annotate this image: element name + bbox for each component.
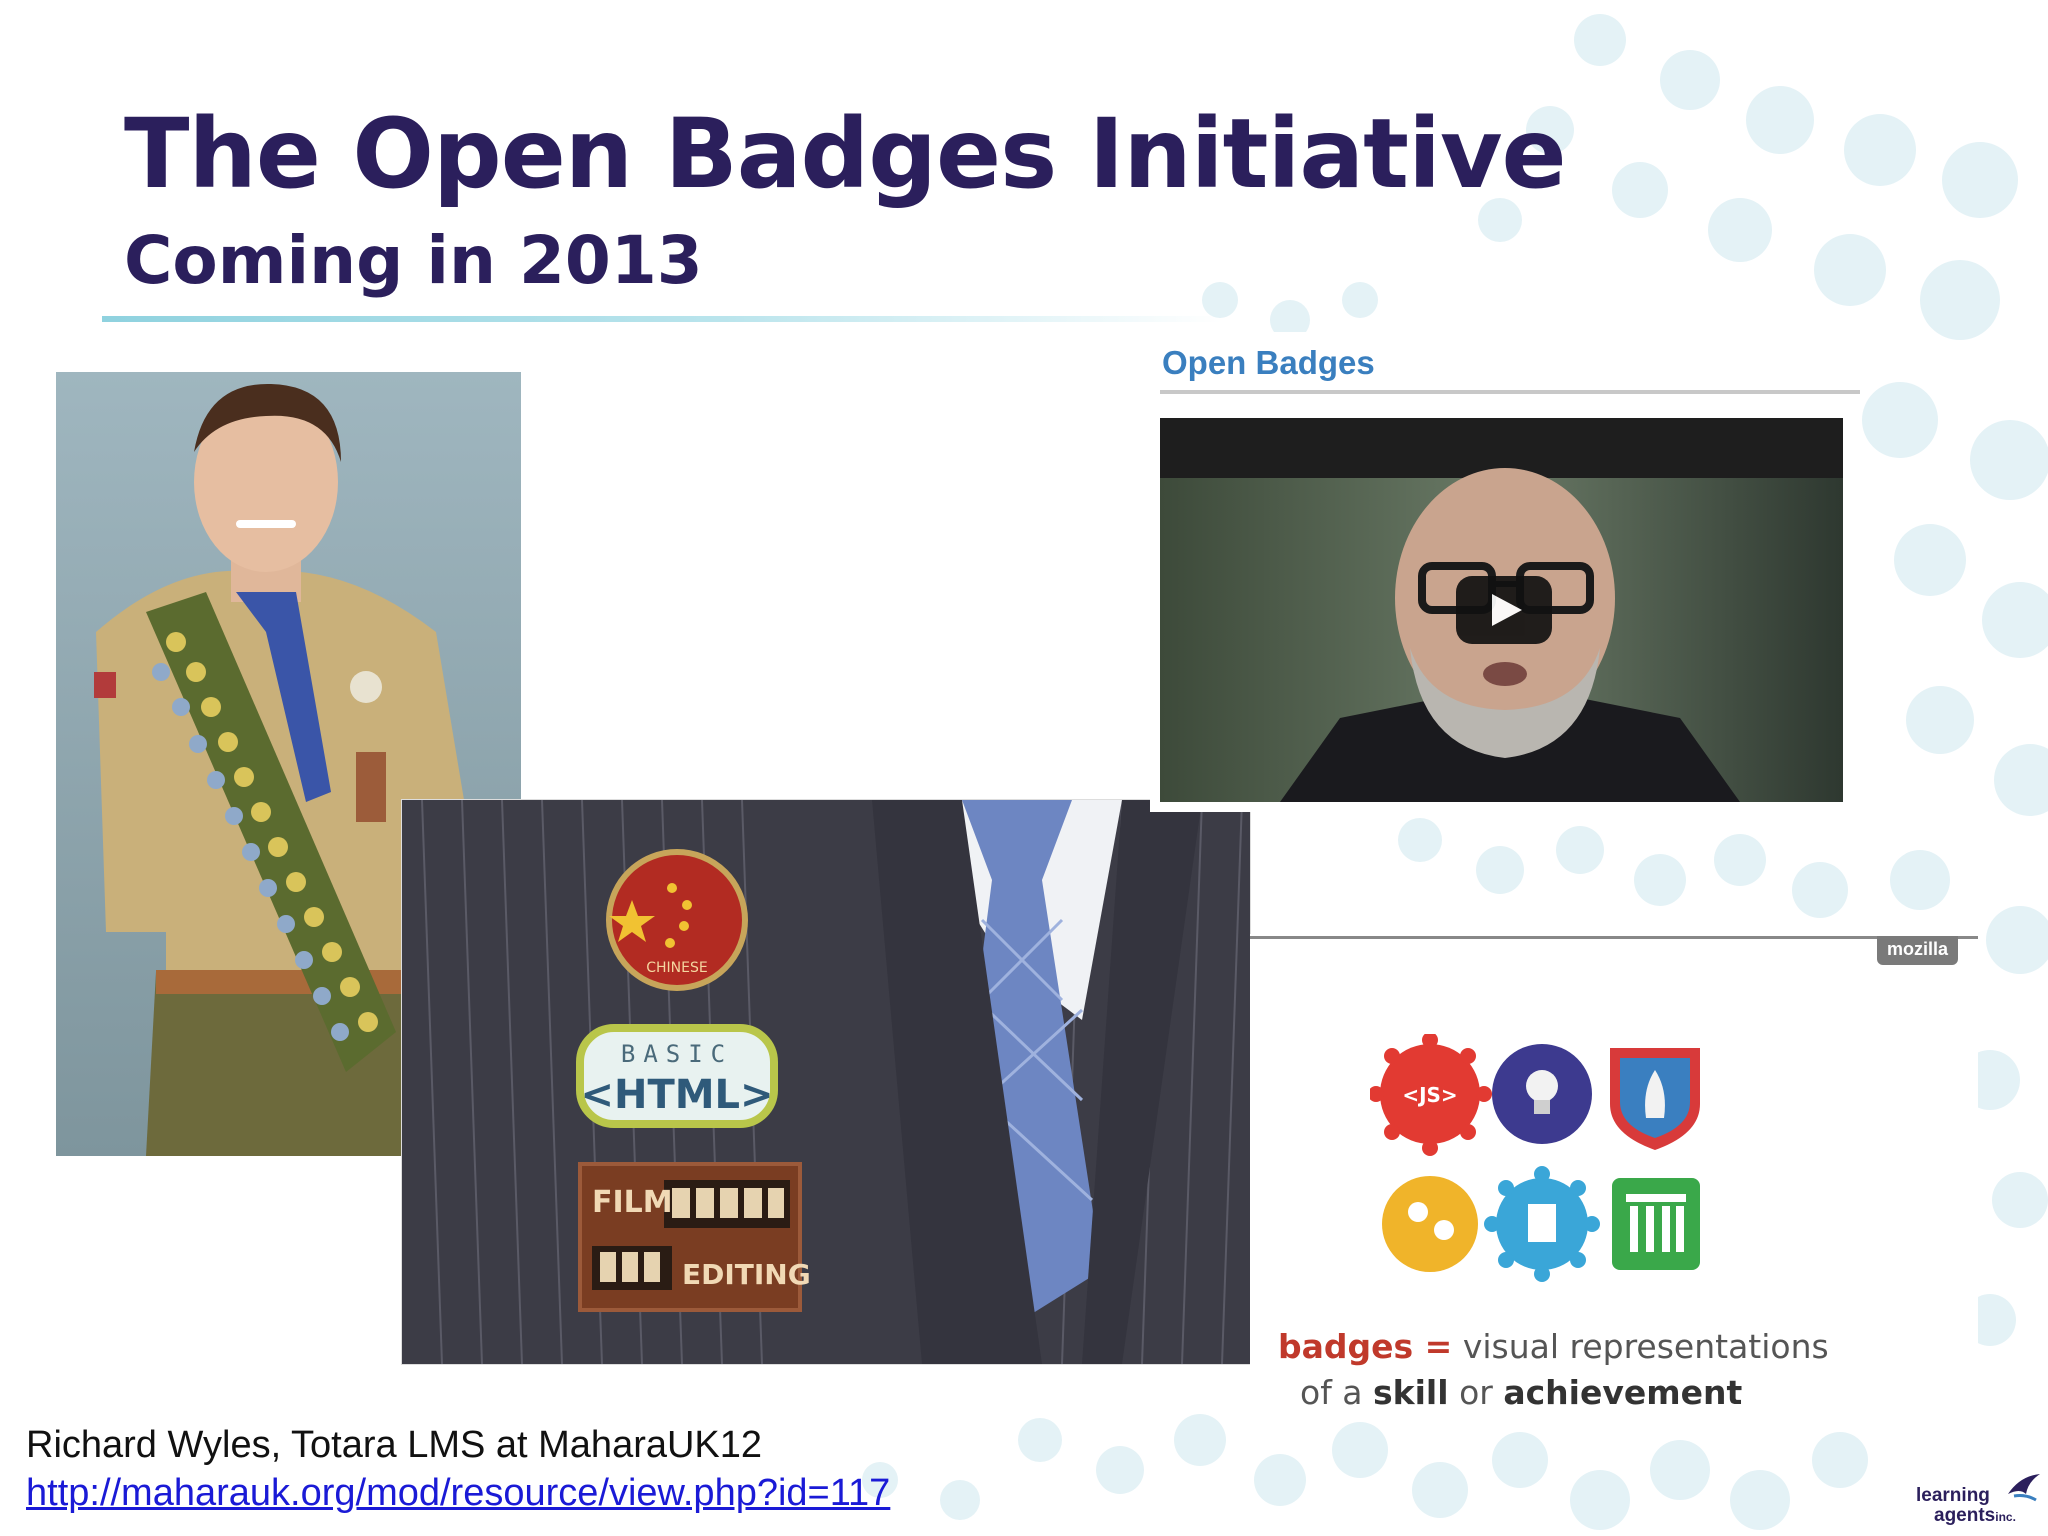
source-link[interactable]: http://maharauk.org/mod/resource/view.ph… xyxy=(26,1472,890,1515)
logo-suffix: inc. xyxy=(1995,1510,2016,1524)
caption-or: or xyxy=(1459,1373,1493,1412)
mozilla-badges-panel: mozilla <JS> badges = visual representat… xyxy=(1250,934,1978,1412)
logo-line-2: agents xyxy=(1934,1505,1996,1526)
column-badge-icon xyxy=(1612,1178,1700,1270)
editing-badge-label: EDITING xyxy=(682,1258,811,1291)
credit-text: Richard Wyles, Totara LMS at MaharaUK12 xyxy=(26,1424,763,1466)
badges-panel-rule xyxy=(1250,936,1978,939)
html-badge-label: <HTML> xyxy=(580,1072,773,1118)
lightbulb-badge-icon xyxy=(1492,1044,1592,1144)
js-badge-icon: <JS> xyxy=(1370,1034,1492,1156)
js-badge-label: <JS> xyxy=(1402,1083,1457,1107)
badges-caption: badges = visual representations of a ski… xyxy=(1278,1324,1978,1416)
basic-badge-label: BASIC xyxy=(621,1040,733,1068)
logo-line-1: learning xyxy=(1916,1485,1990,1506)
caption-achievement: achievement xyxy=(1503,1373,1743,1412)
title-underline xyxy=(102,316,1222,322)
bird-icon xyxy=(2008,1474,2040,1502)
chinese-badge-label: CHINESE xyxy=(646,960,707,976)
document-badge-icon xyxy=(1484,1166,1600,1282)
slide: The Open Badges Initiative Coming in 201… xyxy=(0,0,2048,1536)
caption-line-2: of a skill or achievement xyxy=(1278,1370,1978,1416)
learning-agents-logo: learning agentsinc. xyxy=(1916,1472,2042,1532)
caption-definition: visual representations xyxy=(1462,1327,1829,1366)
video-heading: Open Badges xyxy=(1162,344,1375,381)
mozilla-tag: mozilla xyxy=(1876,936,1958,965)
video-panel: Open Badges xyxy=(1150,332,1862,812)
video-heading-rule xyxy=(1160,390,1860,394)
slide-title: The Open Badges Initiative xyxy=(124,98,1567,210)
caption-skill: skill xyxy=(1373,1373,1449,1412)
play-icon[interactable] xyxy=(1456,576,1552,644)
video-player[interactable] xyxy=(1160,418,1843,802)
caption-badges-word: badges = xyxy=(1278,1327,1453,1366)
film-badge-label: FILM xyxy=(592,1185,673,1220)
rocket-badge-icon xyxy=(1610,1048,1700,1150)
badge-icons-grid: <JS> xyxy=(1370,1034,1700,1282)
slide-subtitle: Coming in 2013 xyxy=(124,222,703,299)
people-badge-icon xyxy=(1382,1176,1478,1272)
suit-badges-photo: CHINESE BASIC <HTML> FILM EDITING xyxy=(402,800,1250,1364)
caption-of-a: of a xyxy=(1300,1373,1363,1412)
caption-line-1: badges = visual representations xyxy=(1278,1324,1978,1370)
